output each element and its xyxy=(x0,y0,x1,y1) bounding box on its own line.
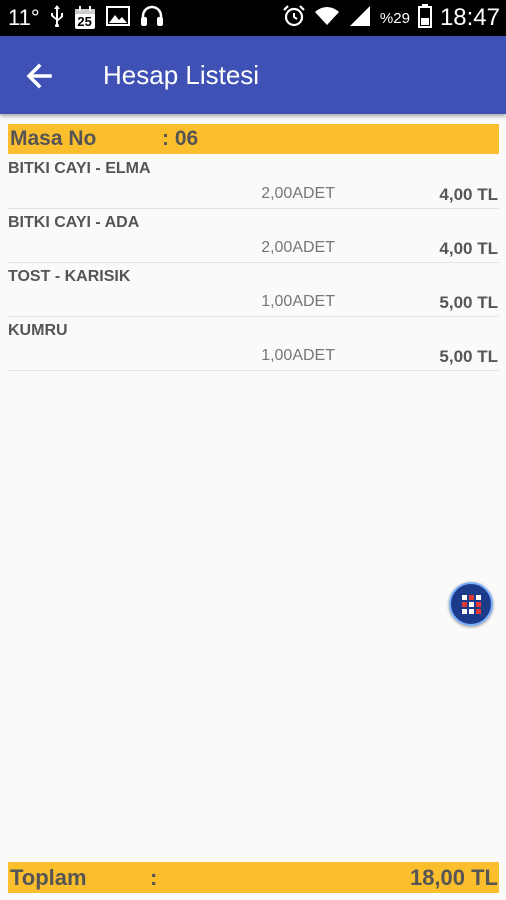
item-name: BITKI CAYI - ELMA xyxy=(8,160,151,177)
back-button[interactable] xyxy=(22,58,58,94)
item-quantity: 2,00ADET xyxy=(261,185,335,202)
status-left-group: 11° 25 xyxy=(8,0,164,36)
list-item[interactable]: TOST - KARISIK 1,00ADET 5,00 TL xyxy=(8,263,499,317)
total-label: Toplam xyxy=(10,864,87,890)
alarm-icon xyxy=(282,4,306,33)
signal-icon xyxy=(348,5,372,32)
table-number-label: Masa No xyxy=(10,127,97,150)
clock-text: 18:47 xyxy=(439,4,500,31)
temperature-text: 11° xyxy=(8,5,40,30)
item-quantity: 2,00ADET xyxy=(261,239,335,256)
calendar-icon: 25 xyxy=(74,6,96,30)
table-number-bar: Masa No : 06 xyxy=(8,124,499,154)
table-number-value: : 06 xyxy=(162,127,199,150)
item-name: TOST - KARISIK xyxy=(8,268,131,285)
item-price: 5,00 TL xyxy=(439,293,498,312)
usb-icon xyxy=(50,4,64,32)
app-bar: Hesap Listesi xyxy=(0,36,506,114)
item-name: KUMRU xyxy=(8,322,68,339)
status-bar: 11° 25 %29 18:47 xyxy=(0,0,506,36)
page-title: Hesap Listesi xyxy=(103,60,260,90)
app-logo-icon xyxy=(462,595,481,614)
list-item[interactable]: BITKI CAYI - ELMA 2,00ADET 4,00 TL xyxy=(8,155,499,209)
total-value: 18,00 TL xyxy=(409,864,498,890)
item-name: BITKI CAYI - ADA xyxy=(8,214,140,231)
battery-percent-text: %29 xyxy=(379,9,410,27)
battery-icon xyxy=(417,3,432,33)
order-item-list: BITKI CAYI - ELMA 2,00ADET 4,00 TL BITKI… xyxy=(8,155,499,371)
wifi-icon xyxy=(314,5,340,32)
status-right-group: %29 18:47 xyxy=(282,0,500,36)
item-price: 4,00 TL xyxy=(439,185,498,204)
calendar-day-text: 25 xyxy=(77,14,92,29)
image-icon xyxy=(105,5,130,31)
total-colon: : xyxy=(150,864,158,890)
item-price: 5,00 TL xyxy=(439,347,498,366)
item-quantity: 1,00ADET xyxy=(261,347,335,364)
arrow-left-icon xyxy=(26,63,52,89)
total-bar: Toplam : 18,00 TL xyxy=(8,862,499,893)
list-item[interactable]: KUMRU 1,00ADET 5,00 TL xyxy=(8,317,499,371)
floating-app-bubble[interactable] xyxy=(449,582,493,626)
item-quantity: 1,00ADET xyxy=(261,293,335,310)
list-item[interactable]: BITKI CAYI - ADA 2,00ADET 4,00 TL xyxy=(8,209,499,263)
headset-icon xyxy=(140,5,164,32)
item-price: 4,00 TL xyxy=(439,239,498,258)
